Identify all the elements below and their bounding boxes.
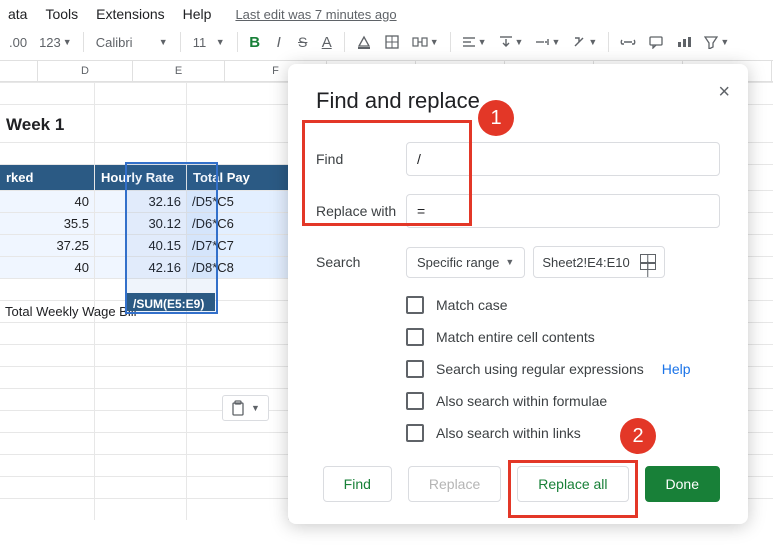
grid-icon[interactable]: [640, 254, 656, 270]
search-label: Search: [316, 254, 406, 270]
chart-button[interactable]: [673, 30, 695, 54]
match-case-label: Match case: [436, 297, 508, 313]
formulae-checkbox[interactable]: [406, 392, 424, 410]
replace-label: Replace with: [316, 203, 406, 219]
close-button[interactable]: ×: [718, 82, 730, 102]
borders-button[interactable]: [381, 30, 403, 54]
regex-checkbox[interactable]: [406, 360, 424, 378]
separator: [344, 32, 345, 52]
dialog-title: Find and replace: [316, 88, 720, 114]
font-size-select[interactable]: 11▼: [189, 33, 229, 52]
find-replace-dialog: × Find and replace Find Replace with Sea…: [288, 64, 748, 524]
text-color-button[interactable]: A: [318, 30, 336, 54]
wrap-button[interactable]: ▼: [532, 30, 563, 54]
links-checkbox[interactable]: [406, 424, 424, 442]
menu-tools[interactable]: Tools: [45, 6, 78, 22]
link-button[interactable]: [617, 30, 639, 54]
menu-help[interactable]: Help: [183, 6, 212, 22]
halign-button[interactable]: ▼: [459, 30, 490, 54]
formulae-label: Also search within formulae: [436, 393, 607, 409]
separator: [608, 32, 609, 52]
header-worked: rked: [0, 165, 95, 190]
match-entire-checkbox[interactable]: [406, 328, 424, 346]
replace-all-button[interactable]: Replace all: [517, 466, 628, 502]
separator: [450, 32, 451, 52]
match-case-checkbox[interactable]: [406, 296, 424, 314]
decimal-decrease-button[interactable]: .00: [6, 30, 30, 54]
col-header-d[interactable]: D: [38, 61, 133, 81]
clipboard-icon: [231, 400, 245, 416]
find-button[interactable]: Find: [323, 466, 392, 502]
separator: [83, 32, 84, 52]
separator: [237, 32, 238, 52]
search-scope-dropdown[interactable]: Specific range▼: [406, 247, 525, 278]
format-number-button[interactable]: 123▼: [36, 30, 75, 54]
paste-options-button[interactable]: ▼: [222, 395, 269, 421]
range-input[interactable]: Sheet2!E4:E10: [533, 246, 664, 278]
edit-info[interactable]: Last edit was 7 minutes ago: [235, 7, 396, 22]
bold-button[interactable]: B: [246, 30, 264, 54]
fill-color-button[interactable]: [353, 30, 375, 54]
find-label: Find: [316, 151, 406, 167]
comment-button[interactable]: [645, 30, 667, 54]
footer-label: Total Weekly Wage Bill: [0, 301, 95, 322]
col-header-e[interactable]: E: [133, 61, 225, 81]
links-label: Also search within links: [436, 425, 581, 441]
filter-button[interactable]: ▼: [701, 30, 732, 54]
regex-help-link[interactable]: Help: [662, 361, 691, 377]
font-select[interactable]: Calibri▼: [92, 33, 172, 52]
regex-label: Search using regular expressions: [436, 361, 644, 377]
italic-button[interactable]: I: [270, 30, 288, 54]
separator: [180, 32, 181, 52]
menubar: ata Tools Extensions Help Last edit was …: [0, 0, 773, 26]
strike-button[interactable]: S: [294, 30, 312, 54]
menu-extensions[interactable]: Extensions: [96, 6, 164, 22]
find-input[interactable]: [406, 142, 720, 176]
merge-button[interactable]: ▼: [409, 30, 442, 54]
week-title: Week 1: [0, 105, 95, 142]
header-rate: Hourly Rate: [95, 165, 187, 190]
replace-button[interactable]: Replace: [408, 466, 501, 502]
done-button[interactable]: Done: [645, 466, 720, 502]
replace-input[interactable]: [406, 194, 720, 228]
valign-button[interactable]: ▼: [496, 30, 527, 54]
match-entire-label: Match entire cell contents: [436, 329, 595, 345]
header-totalpay: Total Pay: [187, 165, 289, 190]
col-header-blank: [0, 61, 38, 81]
menu-data[interactable]: ata: [8, 6, 27, 22]
toolbar: .00 123▼ Calibri▼ 11▼ B I S A ▼ ▼ ▼ ▼ ▼ …: [0, 26, 773, 61]
rotate-button[interactable]: ▼: [569, 30, 600, 54]
chevron-down-icon: ▼: [251, 403, 260, 413]
